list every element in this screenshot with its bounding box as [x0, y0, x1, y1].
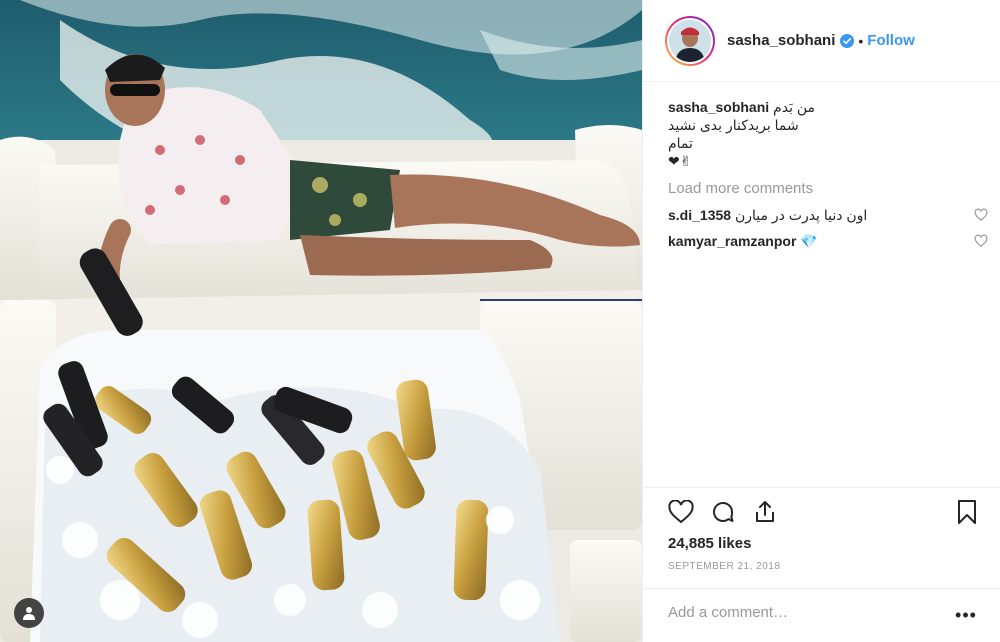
- like-button[interactable]: [667, 498, 695, 526]
- header-separator: •: [858, 32, 864, 49]
- comment-item: kamyar_ramzanpor 💎: [668, 232, 988, 250]
- comment-username[interactable]: kamyar_ramzanpor: [668, 233, 796, 249]
- heart-icon: [668, 500, 694, 524]
- user-tag-icon: [23, 607, 35, 620]
- likes-count[interactable]: 24,885 likes: [668, 535, 751, 552]
- comment-button[interactable]: [709, 498, 737, 526]
- post-side-panel: sasha_sobhani • Follow sasha_sobhani من …: [642, 0, 1000, 642]
- load-more-comments-button[interactable]: Load more comments: [668, 180, 978, 198]
- post-date[interactable]: SEPTEMBER 21, 2018: [668, 561, 780, 572]
- share-icon: [756, 501, 774, 522]
- post-actions: 24,885 likes SEPTEMBER 21, 2018 •••: [643, 487, 1000, 642]
- tagged-users-button[interactable]: [14, 598, 44, 628]
- action-icons: [667, 498, 977, 528]
- comment-like-icon[interactable]: [974, 234, 988, 248]
- comment-item: s.di_1358 اون دنیا پدرت در میارن: [668, 206, 988, 224]
- comment-text: 💎: [800, 233, 818, 249]
- caption: sasha_sobhani من بَدم: [668, 98, 978, 116]
- add-comment-bar: •••: [643, 588, 1000, 642]
- save-button[interactable]: [953, 498, 981, 526]
- caption-username[interactable]: sasha_sobhani: [668, 99, 769, 115]
- post-photo-illustration: [0, 0, 642, 642]
- comments-section: sasha_sobhani من بَدم شما بریدکنار بدی ن…: [668, 98, 988, 250]
- avatar-image: [669, 19, 711, 62]
- caption-line-3: تمام: [668, 135, 693, 151]
- add-comment-input[interactable]: [668, 604, 938, 621]
- bookmark-icon: [958, 500, 976, 524]
- post-header: sasha_sobhani • Follow: [643, 0, 1000, 82]
- comment-icon: [713, 501, 734, 522]
- more-icon[interactable]: •••: [955, 605, 977, 625]
- post-photo[interactable]: [0, 0, 642, 642]
- caption-line-4: ❤✌: [668, 153, 692, 169]
- comment-like-icon[interactable]: [974, 208, 988, 222]
- follow-button[interactable]: Follow: [867, 32, 915, 49]
- avatar[interactable]: [665, 15, 715, 66]
- caption-line-1: من بَدم: [773, 99, 816, 115]
- comment-text: اون دنیا پدرت در میارن: [734, 207, 868, 223]
- header-username[interactable]: sasha_sobhani: [727, 32, 835, 49]
- share-button[interactable]: [751, 498, 779, 526]
- verified-badge-icon: [840, 33, 855, 48]
- comment-username[interactable]: s.di_1358: [668, 207, 731, 223]
- post-view: sasha_sobhani • Follow sasha_sobhani من …: [0, 0, 1000, 642]
- caption-line-2: شما بریدکنار بدی نشید: [668, 117, 799, 133]
